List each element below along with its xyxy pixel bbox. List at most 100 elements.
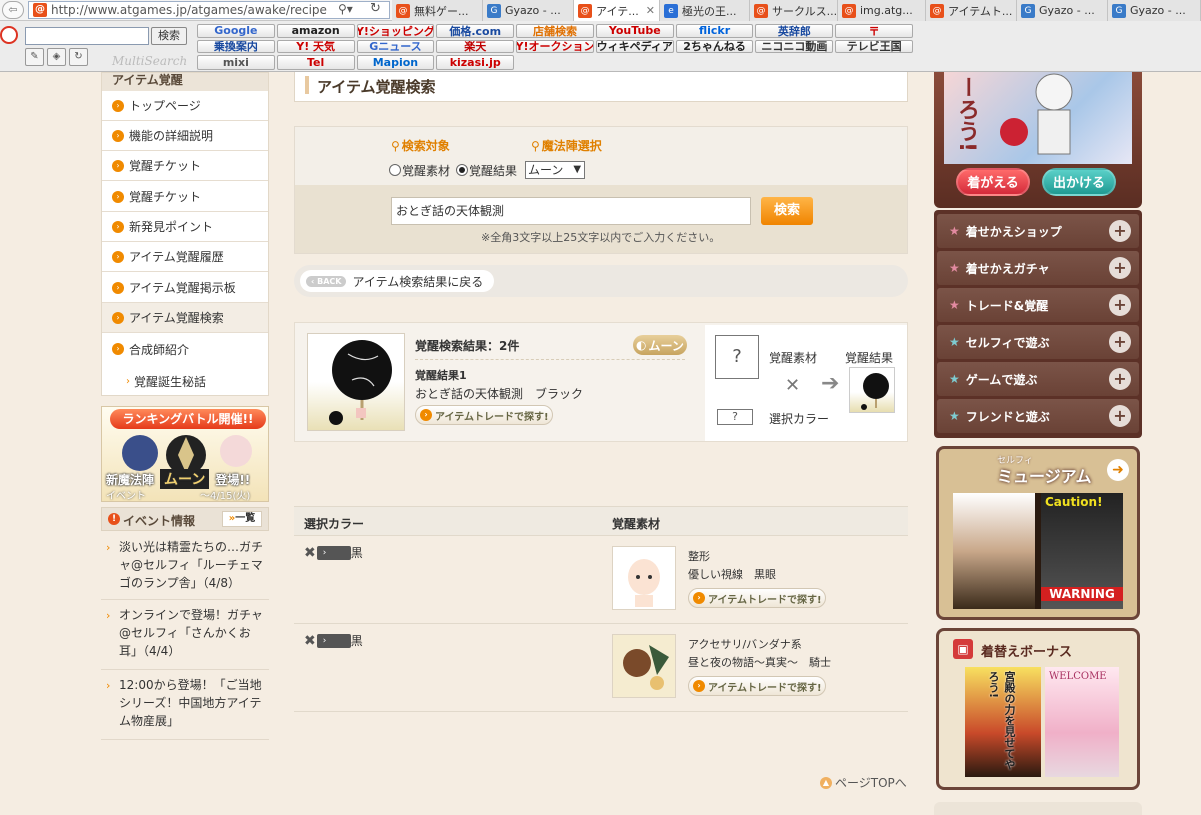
bookmark-14[interactable]: ウィキペディア: [595, 39, 674, 53]
address-bar[interactable]: @ http://www.atgames.jp/atgames/awake/re…: [28, 1, 390, 19]
search-button[interactable]: 検索: [761, 197, 813, 225]
table-row: ✖ › 黒 整形 優しい視線 黒眼 › アイテムトレードで探す!: [294, 536, 908, 624]
multisearch-button[interactable]: 検索: [151, 27, 187, 45]
bookmark-6[interactable]: flickr: [675, 24, 754, 38]
event-info-item-3[interactable]: › 12:00から登場！「ご当地シリーズ！中国地方アイテム物産展」: [101, 670, 269, 740]
tab-9[interactable]: G Gyazo - ...: [1108, 0, 1201, 21]
arrow-right-icon: ›: [420, 409, 432, 421]
menu-item-gacha[interactable]: ★ 着せかえガチャ +: [937, 251, 1139, 285]
banner-highlight: ムーン: [160, 469, 210, 489]
plus-icon: +: [1109, 405, 1131, 427]
event-banner[interactable]: ランキングバトル開催!! 新魔法陣 ムーン 登場!! イベント 〜4/15(火): [101, 406, 269, 502]
keyword-input[interactable]: おとぎ話の天体観測: [391, 197, 751, 225]
refresh-icon[interactable]: ↻: [69, 48, 88, 66]
menu-item-trade[interactable]: ★ トレード&覚醒 +: [937, 288, 1139, 322]
bookmark-3[interactable]: 価格.com: [436, 24, 515, 38]
wrench-icon[interactable]: ✎: [25, 48, 44, 66]
bookmark-2[interactable]: Y!ショッピング: [356, 24, 435, 38]
sidebar-item-points[interactable]: › 新発見ポイント: [102, 212, 268, 242]
eraser-icon[interactable]: ◈: [47, 48, 66, 66]
bookmark-13[interactable]: Y!オークション: [516, 39, 594, 53]
bookmark-7[interactable]: 英辞郎: [755, 24, 834, 38]
museum-banner[interactable]: セルフィ ミュージアム ➜ Caution! WARNING: [936, 446, 1140, 620]
close-tab-icon[interactable]: ✕: [646, 4, 655, 17]
back-row: ‹ BACK アイテム検索結果に戻る: [294, 265, 908, 297]
material-trade-button[interactable]: › アイテムトレードで探す!: [688, 676, 826, 696]
multisearch-input[interactable]: [25, 27, 149, 45]
bookmark-9[interactable]: 乗換案内: [197, 39, 275, 53]
radio-result[interactable]: [456, 164, 469, 176]
star-icon: ★: [949, 335, 960, 349]
event-info-item-1[interactable]: › 淡い光は精霊たちの…ガチャ@セルフィ「ルーチェマゴのランプ舎」（4/8）: [101, 532, 269, 600]
go-out-button[interactable]: 出かける: [1042, 168, 1116, 196]
times-icon: ✖: [304, 544, 316, 561]
tab-6[interactable]: @ img.atg...: [838, 0, 926, 21]
avatar-character-icon: [1000, 73, 1073, 155]
tab-2[interactable]: G Gyazo - ...: [483, 0, 574, 21]
banner-suffix: 登場!!: [215, 472, 251, 487]
sidebar-heading: アイテム覚醒: [102, 73, 268, 91]
event-info-item-2[interactable]: › オンラインで登場！ガチャ@セルフィ「さんかくお耳」（4/4）: [101, 600, 269, 670]
material-trade-button[interactable]: › アイテムトレードで探す!: [688, 588, 826, 608]
event-info-more-link[interactable]: »一覧: [222, 511, 262, 527]
result-count: 覚醒検索結果：2件: [415, 339, 520, 353]
bookmark-5[interactable]: YouTube: [595, 24, 674, 38]
sidebar-item-details[interactable]: › 機能の詳細説明: [102, 121, 268, 151]
bookmark-12[interactable]: 楽天: [436, 39, 515, 53]
dress-up-button[interactable]: 着がえる: [956, 168, 1030, 196]
page-top-link[interactable]: ▲ ページTOPへ: [820, 774, 907, 791]
bonus-banner[interactable]: ▣ 着替えボーナス 宮殿の力を見せてやろう! WELCOME: [936, 628, 1140, 790]
bookmark-20[interactable]: Mapion: [356, 55, 435, 70]
menu-item-friend[interactable]: ★ フレンドと遊ぶ +: [937, 399, 1139, 433]
tab-3-active[interactable]: @ アイテ... ✕: [574, 0, 660, 21]
page-title-box: アイテム覚醒検索: [294, 72, 908, 102]
sidebar-item-history[interactable]: › アイテム覚醒履歴: [102, 242, 268, 272]
star-icon: ★: [949, 409, 960, 423]
bookmark-11[interactable]: Gニュース: [356, 39, 435, 53]
bookmark-10[interactable]: Y! 天気: [276, 39, 355, 53]
search-panel: ⚲ 検索対象 ⚲ 魔法陣選択 覚醒素材 覚醒結果 ムーン ▼ おとぎ話の天体観測 …: [294, 126, 908, 254]
sidebar-item-ticket-2[interactable]: › 覚醒チケット: [102, 182, 268, 212]
result-trade-button[interactable]: › アイテムトレードで探す!: [415, 405, 553, 425]
bookmark-4[interactable]: 店舗検索: [516, 24, 594, 38]
arrow-right-icon: ➜: [1107, 459, 1129, 481]
tab-7[interactable]: @ アイテムト...: [926, 0, 1017, 21]
sidebar-item-board[interactable]: › アイテム覚醒掲示板: [102, 273, 268, 303]
bookmark-18[interactable]: mixi: [197, 55, 275, 70]
menu-item-shop[interactable]: ★ 着せかえショップ +: [937, 214, 1139, 248]
bookmark-17[interactable]: テレビ王国: [835, 39, 913, 53]
bookmark-0[interactable]: Google: [197, 24, 275, 38]
sidebar-item-search[interactable]: › アイテム覚醒検索: [102, 303, 268, 333]
sidebar-item-top[interactable]: › トップページ: [102, 91, 268, 121]
bookmark-16[interactable]: ニコニコ動画: [755, 39, 834, 53]
arrow-bullet-icon: ›: [112, 311, 124, 324]
magic-circle-select[interactable]: ムーン ▼: [525, 161, 586, 179]
tab-4[interactable]: e 極光の王...: [660, 0, 750, 21]
search-icon[interactable]: ⚲▾: [338, 2, 353, 16]
tab-5[interactable]: @ サークルス...: [750, 0, 838, 21]
times-icon: ✕: [785, 375, 801, 396]
back-icon[interactable]: ⇦: [2, 1, 24, 19]
bookmark-21[interactable]: kizasi.jp: [436, 55, 515, 70]
bookmark-1[interactable]: amazon: [276, 24, 355, 38]
browser-toolbar: ⇦ @ http://www.atgames.jp/atgames/awake/…: [0, 0, 1201, 72]
sidebar-item-ticket-1[interactable]: › 覚醒チケット: [102, 151, 268, 181]
bookmark-19[interactable]: Tel: [276, 55, 355, 70]
bookmark-15[interactable]: 2ちゃんねる: [675, 39, 754, 53]
tab-8[interactable]: G Gyazo - ...: [1017, 0, 1108, 21]
sidebar-item-synth[interactable]: › 合成師紹介: [102, 334, 268, 364]
star-icon: ★: [949, 298, 960, 312]
bookmark-8[interactable]: 〒: [835, 24, 913, 38]
back-to-results-button[interactable]: ‹ BACK アイテム検索結果に戻る: [300, 270, 494, 292]
menu-item-game[interactable]: ★ ゲームで遊ぶ +: [937, 362, 1139, 396]
moon-icon: ◐: [636, 338, 647, 352]
tab-1[interactable]: @ 無料ゲー...: [392, 0, 483, 21]
star-icon: ★: [949, 261, 960, 275]
museum-title: ミュージアム: [997, 467, 1092, 486]
sidebar-subitem-story[interactable]: › 覚醒誕生秘話: [102, 367, 268, 395]
arrow-up-icon: ▲: [820, 776, 832, 789]
refresh-icon[interactable]: ↻: [370, 1, 381, 16]
arrow-bullet-icon: ›: [112, 281, 124, 294]
radio-material[interactable]: [389, 164, 401, 176]
menu-item-selfy[interactable]: ★ セルフィで遊ぶ +: [937, 325, 1139, 359]
